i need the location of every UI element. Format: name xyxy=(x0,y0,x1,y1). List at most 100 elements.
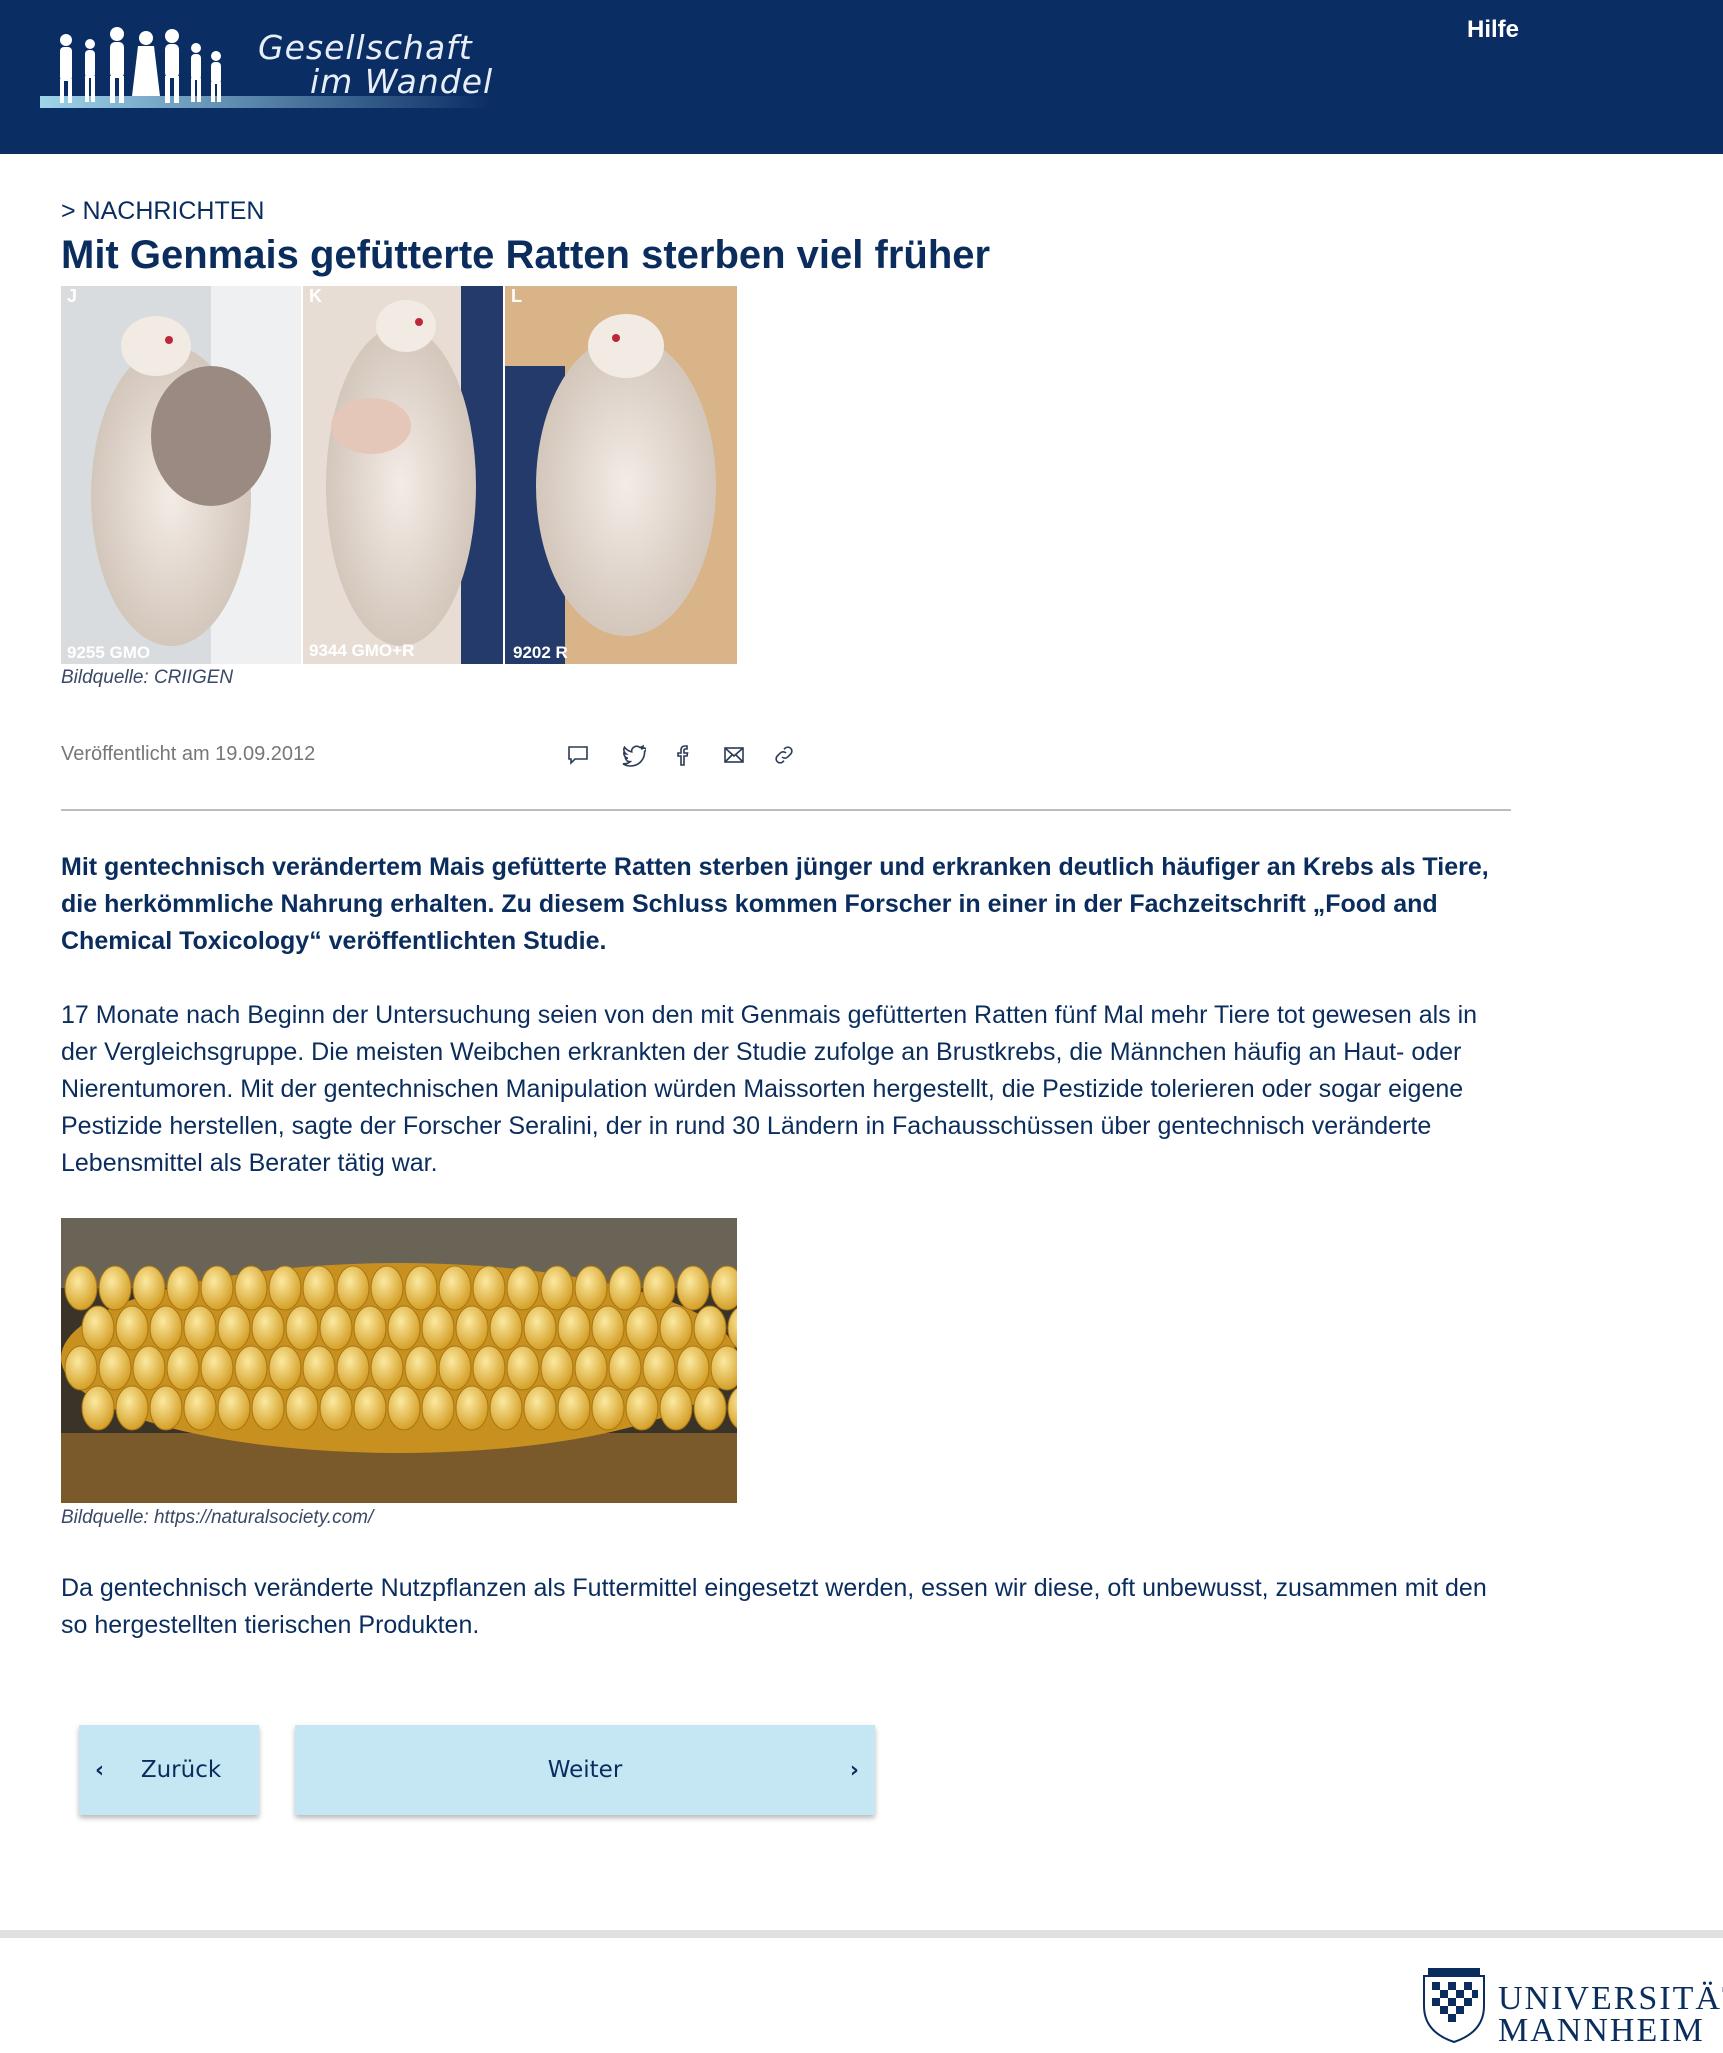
article-paragraph-1: 17 Monate nach Beginn der Untersuchung s… xyxy=(61,1001,1478,1177)
corn-kernel xyxy=(387,1305,421,1351)
breadcrumb[interactable]: > NACHRICHTEN xyxy=(61,197,265,226)
corn-kernel xyxy=(302,1345,336,1391)
corn-kernel xyxy=(523,1385,557,1431)
corn-kernel xyxy=(64,1265,98,1311)
corn-kernel xyxy=(200,1345,234,1391)
corn-kernel xyxy=(336,1345,370,1391)
corn-kernel xyxy=(234,1265,268,1311)
corn-kernel xyxy=(285,1385,319,1431)
corn-kernel xyxy=(574,1345,608,1391)
next-button[interactable]: Weiter › xyxy=(295,1725,875,1815)
mail-icon[interactable] xyxy=(719,740,749,770)
corn-kernel xyxy=(591,1305,625,1351)
corn-kernel xyxy=(540,1265,574,1311)
rat-tag-2: 9344 GMO+R xyxy=(309,641,414,660)
corn-kernel xyxy=(353,1385,387,1431)
help-link[interactable]: Hilfe xyxy=(1467,16,1519,44)
corn-kernel xyxy=(387,1385,421,1431)
corn-kernel xyxy=(336,1265,370,1311)
corn-kernel xyxy=(659,1305,693,1351)
footer-separator xyxy=(0,1930,1723,1938)
corn-kernel xyxy=(574,1265,608,1311)
corn-kernel xyxy=(489,1385,523,1431)
image-caption-2: Bildquelle: https://naturalsociety.com/ xyxy=(61,1507,374,1528)
corn-kernel xyxy=(642,1265,676,1311)
corn-kernel xyxy=(132,1265,166,1311)
facebook-icon[interactable] xyxy=(669,740,699,770)
back-button-label: Zurück xyxy=(140,1757,222,1783)
corn-kernel xyxy=(472,1265,506,1311)
corn-kernel xyxy=(506,1265,540,1311)
corn-kernel xyxy=(353,1305,387,1351)
corn-kernel xyxy=(64,1345,98,1391)
corn-kernel xyxy=(438,1345,472,1391)
corn-kernel xyxy=(251,1385,285,1431)
corn-kernel xyxy=(166,1265,200,1311)
link-icon[interactable] xyxy=(769,740,799,770)
logo-text-line2: im Wandel xyxy=(310,62,494,101)
panel-label-l: L xyxy=(511,286,522,306)
corn-kernel xyxy=(523,1305,557,1351)
corn-kernel xyxy=(217,1305,251,1351)
corn-kernel xyxy=(98,1345,132,1391)
corn-kernel xyxy=(404,1345,438,1391)
university-logo[interactable]: UNIVERSITÄT MANNHEIM xyxy=(1414,1958,1723,2049)
corn-kernel xyxy=(268,1265,302,1311)
next-button-label: Weiter xyxy=(547,1757,623,1783)
corn-kernel xyxy=(302,1265,336,1311)
corn-kernel xyxy=(455,1385,489,1431)
panel-label-k: K xyxy=(309,286,322,306)
corn-kernel xyxy=(132,1345,166,1391)
corn-kernel xyxy=(421,1305,455,1351)
twitter-icon[interactable] xyxy=(619,740,649,770)
rat-tag-3: 9202 R xyxy=(513,643,568,662)
corn-kernel xyxy=(183,1305,217,1351)
corn-kernel xyxy=(676,1265,710,1311)
corn-kernel xyxy=(625,1385,659,1431)
corn-kernel xyxy=(693,1385,727,1431)
corn-kernel xyxy=(319,1305,353,1351)
corn-kernel xyxy=(438,1265,472,1311)
rat-tag-1: 9255 GMO xyxy=(67,643,150,662)
university-crest-icon xyxy=(1423,1968,1485,2044)
corn-kernel xyxy=(693,1305,727,1351)
corn-kernel xyxy=(421,1385,455,1431)
comment-icon[interactable] xyxy=(563,740,593,770)
corn-kernel xyxy=(540,1345,574,1391)
image-caption-1: Bildquelle: CRIIGEN xyxy=(61,667,234,688)
corn-photo xyxy=(61,1218,761,1503)
corn-kernel xyxy=(319,1385,353,1431)
corn-kernel xyxy=(370,1345,404,1391)
panel-label-j: J xyxy=(67,286,77,306)
corn-kernel xyxy=(404,1265,438,1311)
corn-kernel xyxy=(557,1385,591,1431)
corn-kernel xyxy=(98,1265,132,1311)
publish-date: Veröffentlicht am 19.09.2012 xyxy=(61,743,316,765)
corn-kernel xyxy=(285,1305,319,1351)
corn-kernel xyxy=(472,1345,506,1391)
rats-photo: J K L 9255 GMO 9344 GMO+R 9202 R xyxy=(61,286,737,664)
corn-kernel xyxy=(217,1385,251,1431)
site-logo[interactable]: Gesellschaft im Wandel xyxy=(40,14,492,124)
corn-kernel xyxy=(149,1385,183,1431)
corn-kernel xyxy=(81,1305,115,1351)
corn-kernel xyxy=(370,1265,404,1311)
corn-kernel xyxy=(676,1345,710,1391)
corn-kernel xyxy=(625,1305,659,1351)
corn-kernel xyxy=(234,1345,268,1391)
corn-kernel xyxy=(659,1385,693,1431)
corn-kernel xyxy=(115,1385,149,1431)
corn-kernel xyxy=(642,1345,676,1391)
article-paragraph-2: Da gentechnisch veränderte Nutzpflanzen … xyxy=(61,1574,1487,1639)
corn-kernel xyxy=(183,1385,217,1431)
corn-kernel xyxy=(608,1345,642,1391)
corn-kernel xyxy=(506,1345,540,1391)
corn-kernel xyxy=(166,1345,200,1391)
corn-kernel xyxy=(268,1345,302,1391)
corn-kernel xyxy=(591,1385,625,1431)
back-button[interactable]: ‹ Zurück xyxy=(79,1725,259,1815)
corn-kernel xyxy=(149,1305,183,1351)
article-lead: Mit gentechnisch verändertem Mais gefütt… xyxy=(61,853,1489,955)
chevron-right-icon: › xyxy=(849,1758,859,1783)
corn-kernel xyxy=(557,1305,591,1351)
